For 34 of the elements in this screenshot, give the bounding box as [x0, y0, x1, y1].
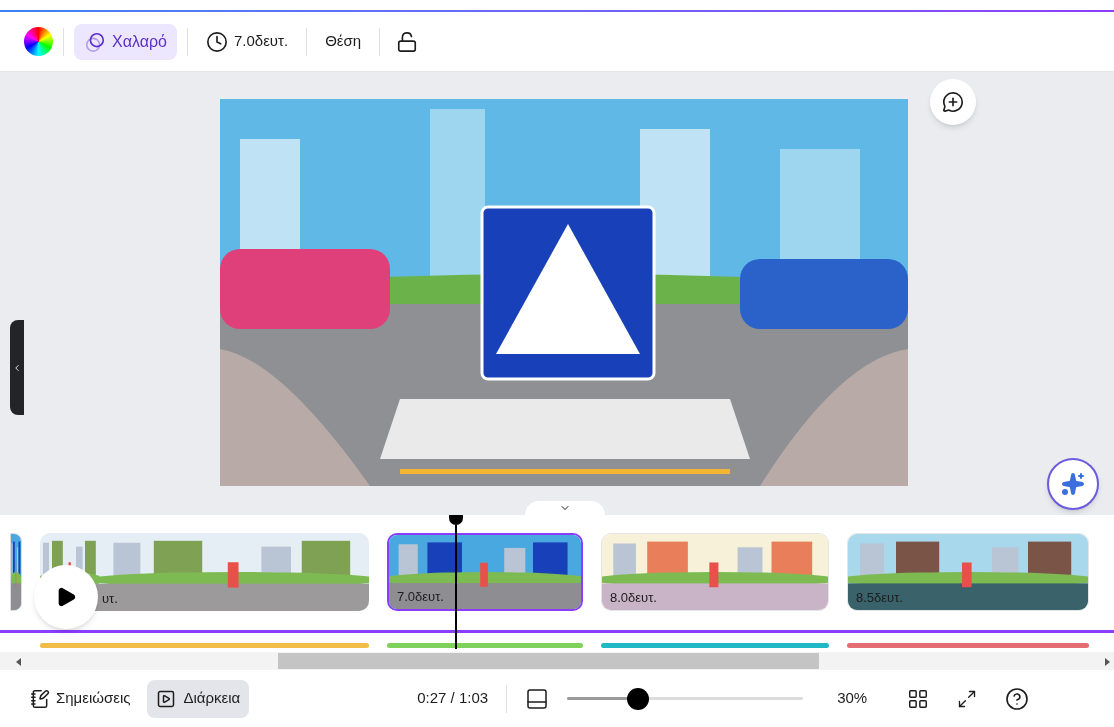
position-button[interactable]: Θέση: [317, 23, 370, 60]
help-icon[interactable]: [1005, 686, 1030, 711]
sparkles-icon: [1061, 472, 1085, 496]
comment-plus-icon: [942, 91, 964, 113]
clip-duration: 8.5δευτ.: [856, 588, 903, 607]
zoom-percentage: 30%: [837, 688, 869, 709]
add-comment-button[interactable]: [930, 79, 976, 125]
horizontal-scrollbar[interactable]: [0, 652, 1114, 670]
playback-time: 0:27 / 1:03: [417, 688, 489, 709]
duration-view-button[interactable]: Διάρκεια: [146, 679, 250, 718]
color-picker-icon[interactable]: [24, 27, 53, 56]
notes-button[interactable]: Σημειώσεις: [22, 680, 139, 717]
clip-thumbnail[interactable]: 8.0δευτ.: [601, 533, 829, 611]
slider-thumb[interactable]: [626, 687, 649, 710]
clock-icon: [205, 30, 228, 53]
duration-button[interactable]: 7.0δευτ.: [197, 23, 297, 60]
zoom-slider[interactable]: [567, 687, 804, 710]
chevron-left-icon: [12, 362, 22, 373]
clip-duration: 8.0δευτ.: [610, 588, 657, 607]
unlock-icon: [396, 30, 419, 53]
animation-button[interactable]: Χαλαρό: [74, 23, 177, 60]
side-panel-handle[interactable]: [10, 320, 24, 415]
video-icon: [155, 688, 176, 709]
clip-thumbnail[interactable]: 7.0δευτ.: [387, 533, 583, 611]
layers-circle-icon: [84, 30, 106, 53]
notes-icon: [30, 688, 50, 709]
grid-view-icon[interactable]: [907, 687, 930, 710]
magic-button[interactable]: [1047, 458, 1099, 510]
playhead[interactable]: [448, 515, 464, 649]
filmstrip-view-icon[interactable]: [525, 686, 550, 711]
fullscreen-icon[interactable]: [957, 688, 978, 709]
clip-duration: υτ.: [102, 589, 118, 608]
clip-duration: 7.0δευτ.: [397, 587, 444, 606]
clip-thumbnail[interactable]: υτ.: [100, 533, 369, 611]
